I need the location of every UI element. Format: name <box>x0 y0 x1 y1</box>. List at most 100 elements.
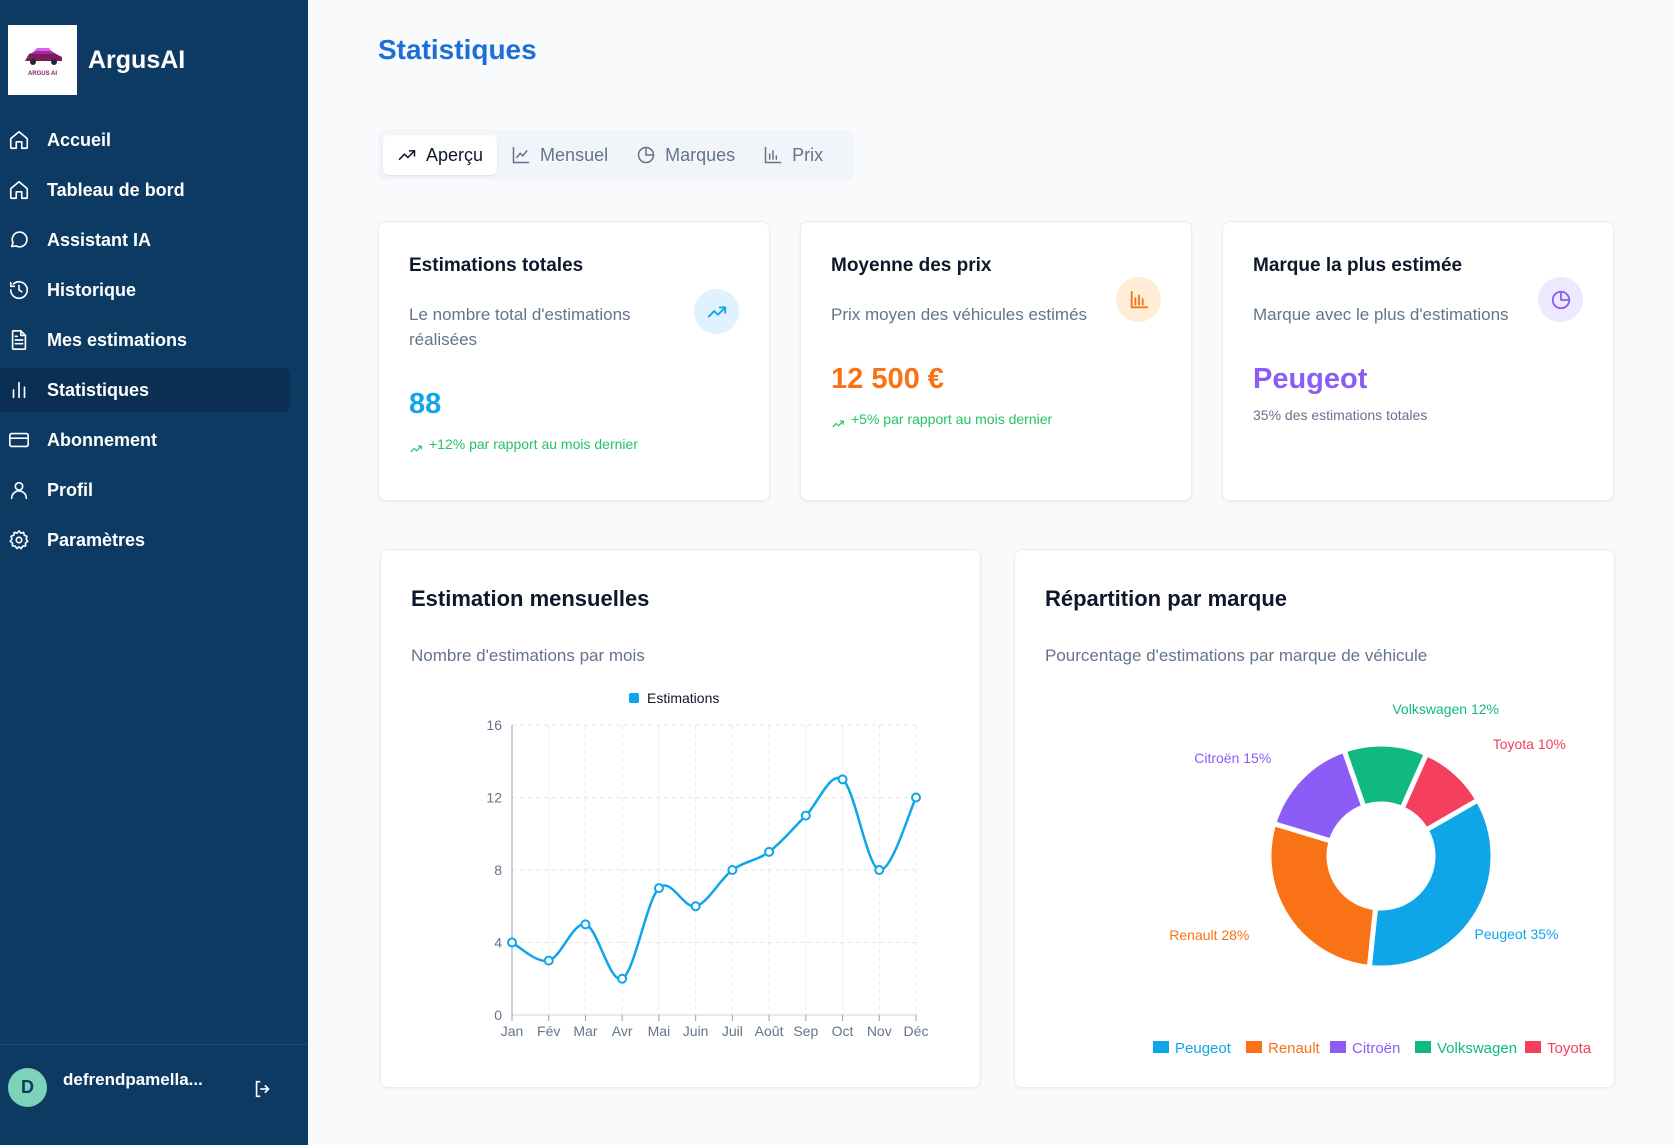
bar-chart-icon <box>12 381 26 399</box>
tab-marques[interactable]: Marques <box>622 135 749 175</box>
stat-value: 12 500 € <box>831 363 944 395</box>
sidebar-item-historique[interactable]: Historique <box>0 268 308 312</box>
stat-card-description: Marque avec le plus d'estimations <box>1253 305 1509 324</box>
home-icon <box>9 180 29 200</box>
x-tick-label: Sep <box>793 1023 818 1039</box>
x-tick-label: Oct <box>832 1023 854 1039</box>
x-tick-label: Déc <box>904 1023 929 1039</box>
y-tick-label: 8 <box>494 862 502 878</box>
document-icon <box>11 330 27 350</box>
tab-label: Prix <box>792 144 824 165</box>
legend-label: Citroën <box>1352 1040 1400 1057</box>
data-point <box>653 883 664 894</box>
data-point <box>837 774 848 785</box>
sidebar-item-label: Paramètres <box>47 529 146 550</box>
home-icon <box>9 130 29 150</box>
gear-icon <box>9 530 29 550</box>
y-tick-label: 4 <box>494 935 502 951</box>
stat-value: 88 <box>409 388 442 420</box>
y-tick-label: 0 <box>494 1007 502 1023</box>
data-point <box>690 901 701 912</box>
tab-label: Aperçu <box>426 144 484 165</box>
history-icon <box>9 281 29 300</box>
trending-up-icon <box>398 150 416 160</box>
slice-label: Citroën 15% <box>1194 750 1271 766</box>
data-point <box>727 865 738 875</box>
sidebar-item-label: Abonnement <box>47 429 157 450</box>
legend-swatch <box>1246 1041 1262 1053</box>
legend-swatch <box>629 693 639 703</box>
legend-label: Toyota <box>1547 1040 1592 1057</box>
data-point <box>507 937 517 948</box>
sidebar-item-label: Assistant IA <box>47 229 152 250</box>
credit-card-icon <box>9 432 29 448</box>
x-tick-label: Juil <box>722 1023 743 1039</box>
stat-card-description: Prix moyen des véhicules estimés <box>831 305 1088 324</box>
legend-swatch <box>1330 1041 1346 1053</box>
sidebar: ARGUS AI ArgusAI Accueil Tableau de bord… <box>0 0 308 1145</box>
logout-icon[interactable] <box>252 1078 274 1100</box>
sidebar-divider <box>0 1044 308 1045</box>
user-profile[interactable]: D defrendpamella... <box>8 1068 298 1107</box>
logo-text: ARGUS AI <box>27 71 58 77</box>
trending-up-icon <box>694 289 739 334</box>
pie-chart-icon <box>1538 277 1583 322</box>
legend-swatch <box>1525 1041 1541 1053</box>
legend-swatch <box>1153 1041 1169 1053</box>
slice-label: Peugeot 35% <box>1474 926 1558 942</box>
user-icon <box>10 481 28 500</box>
stat-card-title: Moyenne des prix <box>831 255 992 276</box>
data-point <box>874 865 885 875</box>
tab-apercu[interactable]: Aperçu <box>383 135 498 175</box>
brand-distribution-card: Répartition par marque Pourcentage d'est… <box>1014 549 1615 1088</box>
slice-label: Volkswagen 12% <box>1392 701 1499 717</box>
user-name: defrendpamella... <box>63 1069 203 1089</box>
bar-chart-icon <box>764 146 782 164</box>
trending-up-icon <box>832 420 844 428</box>
sidebar-item-abonnement[interactable]: Abonnement <box>0 418 308 462</box>
stats-tabs: Aperçu Mensuel Marques Prix <box>378 130 854 180</box>
x-tick-label: Juin <box>683 1023 709 1039</box>
bar-chart-icon <box>1116 277 1161 322</box>
stat-trend-text: +5% par rapport au mois dernier <box>851 411 1053 427</box>
tab-prix[interactable]: Prix <box>749 135 837 175</box>
x-tick-label: Jan <box>501 1023 524 1039</box>
slice-label: Toyota 10% <box>1493 736 1566 752</box>
legend-swatch <box>1415 1041 1431 1053</box>
sidebar-item-profil[interactable]: Profil <box>0 468 308 512</box>
brand[interactable]: ARGUS AI ArgusAI <box>8 25 185 95</box>
sidebar-item-statistiques[interactable]: Statistiques <box>0 368 290 412</box>
sidebar-item-accueil[interactable]: Accueil <box>0 118 308 162</box>
stat-trend: +12% par rapport au mois dernier <box>409 432 638 456</box>
x-tick-label: Mar <box>573 1023 597 1039</box>
tab-label: Marques <box>665 144 736 165</box>
sidebar-item-mes-estimations[interactable]: Mes estimations <box>0 318 308 362</box>
stat-card-title: Estimations totales <box>409 255 584 276</box>
legend-label: Volkswagen <box>1437 1040 1517 1057</box>
tab-label: Mensuel <box>540 144 609 165</box>
stat-subtext: 35% des estimations totales <box>1253 407 1428 423</box>
sidebar-item-tableau-de-bord[interactable]: Tableau de bord <box>0 168 308 212</box>
stat-trend-text: +12% par rapport au mois dernier <box>429 436 638 452</box>
sidebar-item-label: Profil <box>47 479 94 500</box>
donut-slice <box>1266 820 1379 971</box>
data-point <box>911 792 921 803</box>
stat-card-top-brand: Marque la plus estimée Marque avec le pl… <box>1222 221 1614 501</box>
stat-card-average-price: Moyenne des prix Prix moyen des véhicule… <box>800 221 1192 501</box>
sidebar-item-label: Accueil <box>47 129 112 150</box>
x-tick-label: Avr <box>612 1023 633 1039</box>
stat-value: Peugeot <box>1253 363 1368 395</box>
y-tick-label: 12 <box>486 790 502 806</box>
chat-bubble-icon <box>10 231 28 248</box>
sidebar-item-assistant-ia[interactable]: Assistant IA <box>0 218 308 262</box>
sidebar-item-label: Tableau de bord <box>47 179 185 200</box>
legend-label: Peugeot <box>1175 1040 1232 1057</box>
sidebar-item-parametres[interactable]: Paramètres <box>0 518 308 562</box>
data-point <box>764 846 775 857</box>
monthly-estimations-card: Estimation mensuelles Nombre d'estimatio… <box>380 549 981 1088</box>
stat-desc-line: réalisées <box>409 330 478 349</box>
series-line <box>511 776 918 981</box>
tab-mensuel[interactable]: Mensuel <box>497 135 622 175</box>
data-point <box>800 810 811 821</box>
x-tick-label: Nov <box>867 1023 892 1039</box>
